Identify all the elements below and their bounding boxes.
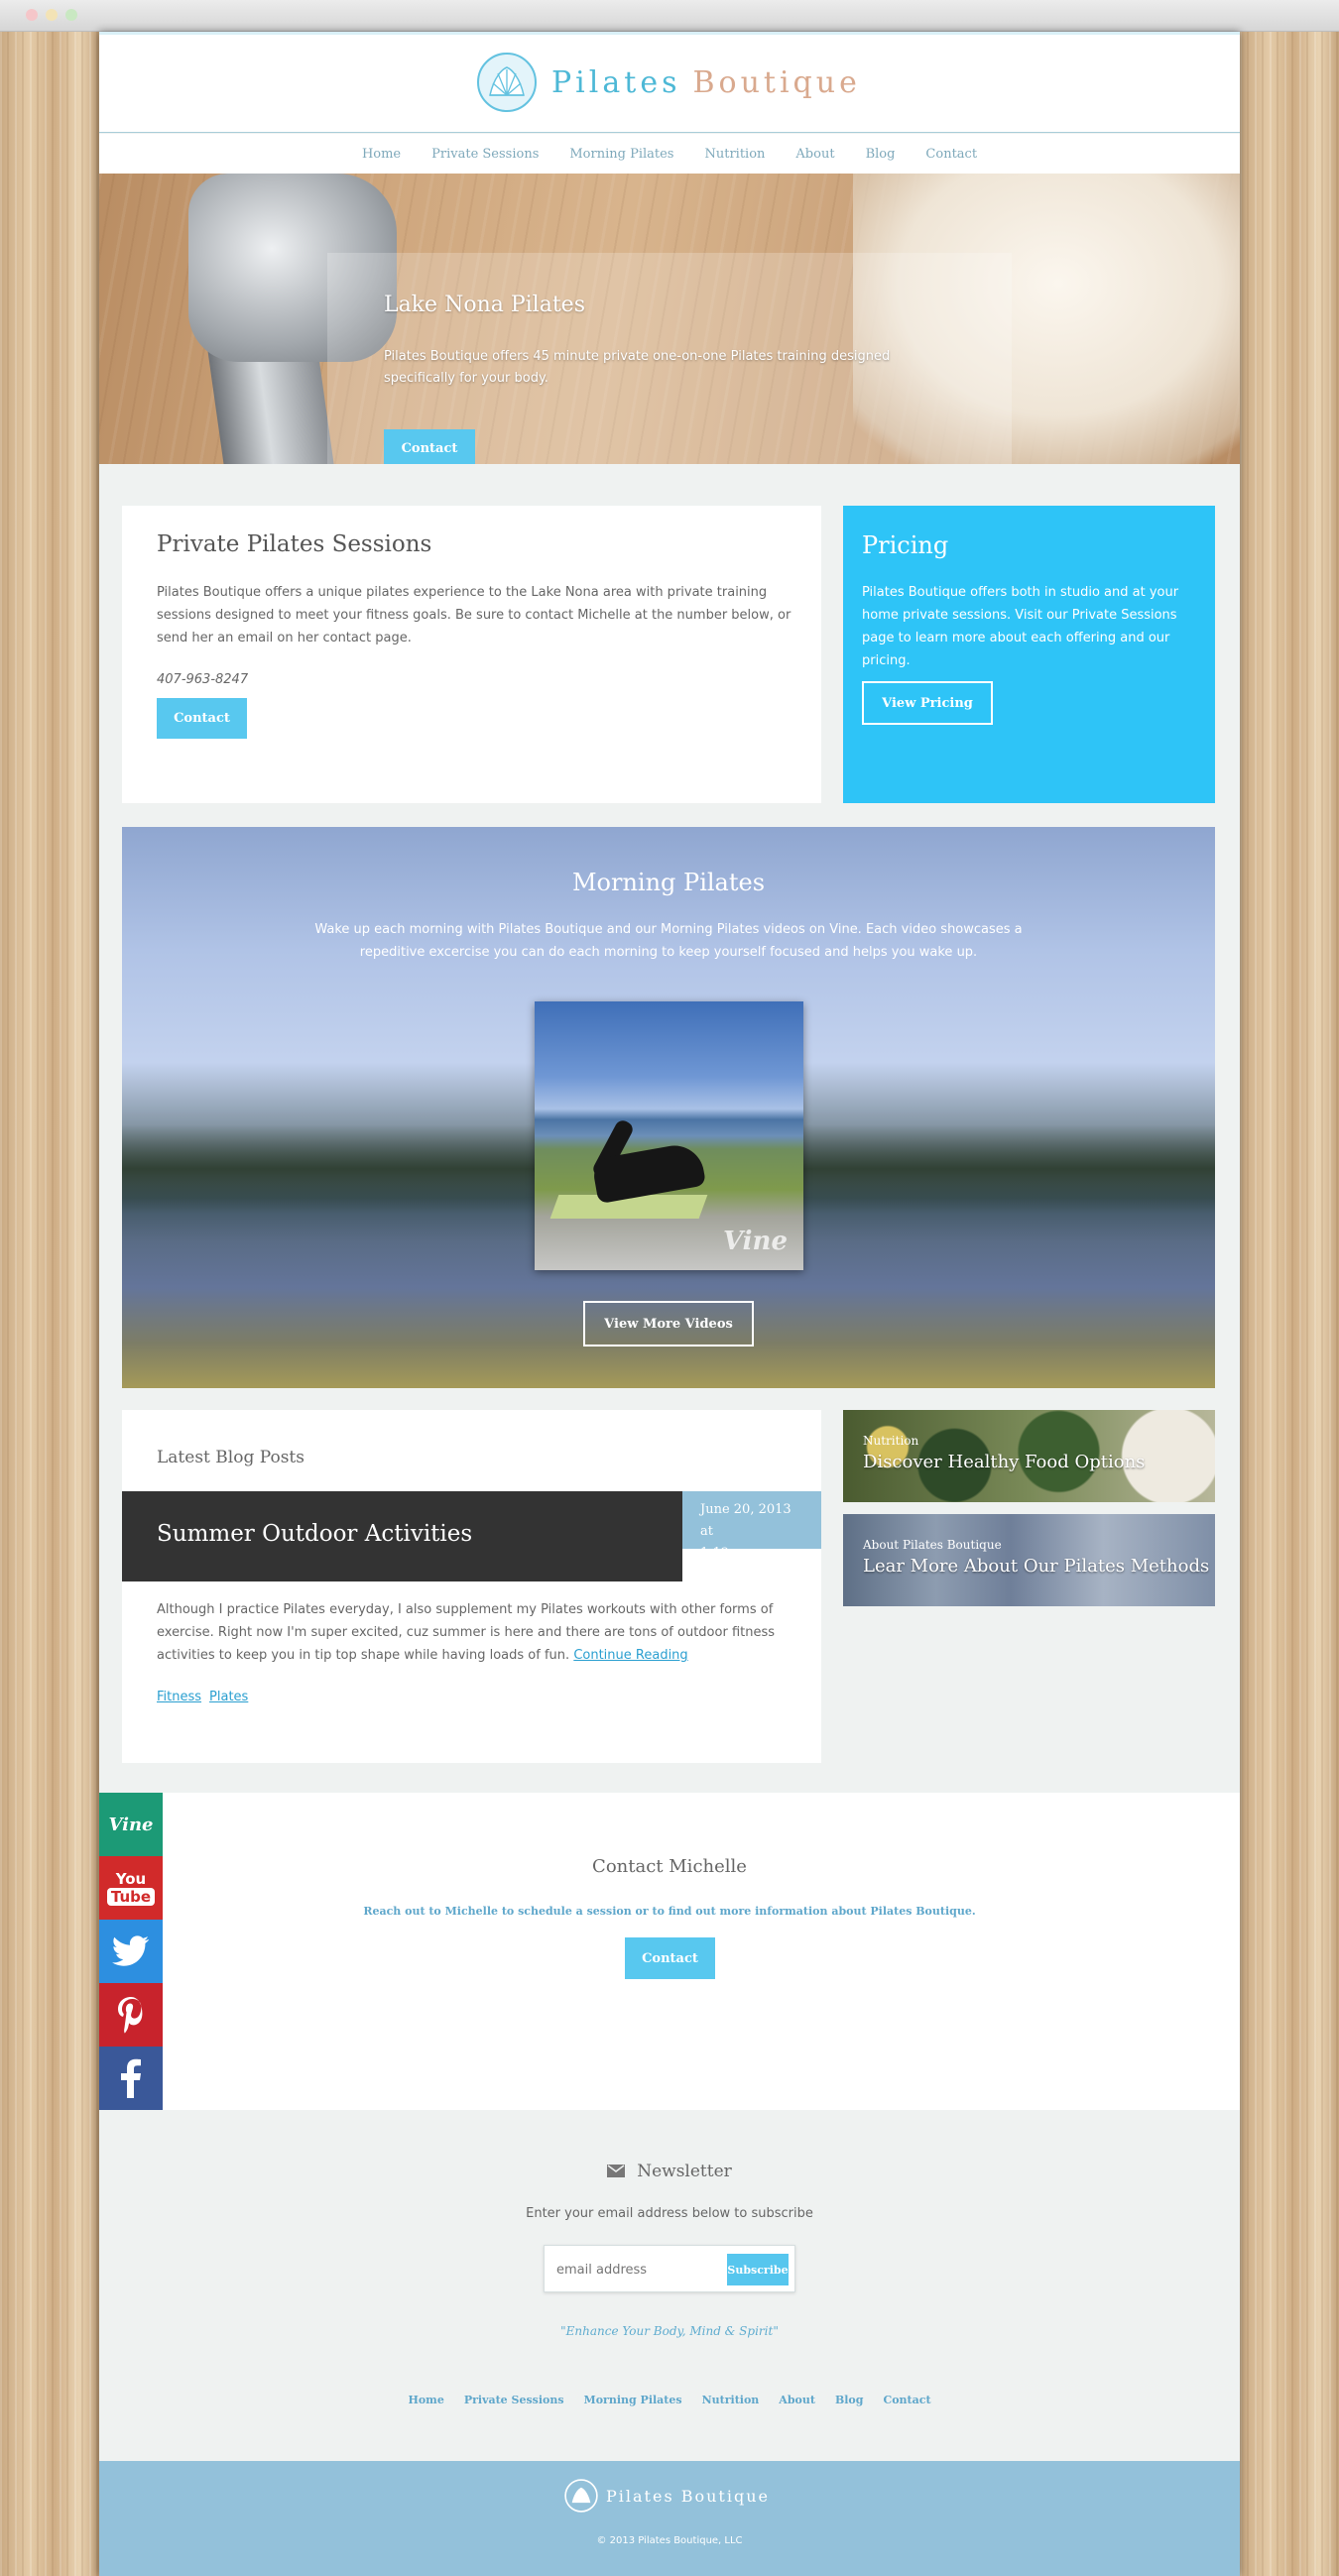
twitter-bird-glyph (112, 1935, 150, 1966)
newsletter-form: Subscribe (544, 2245, 795, 2292)
nutrition-card-title: Discover Healthy Food Options (863, 1452, 1146, 1472)
shell-logo-icon-footer (564, 2479, 598, 2513)
social-bar: Vine You Tube (99, 1793, 163, 2110)
hero-contact-button[interactable]: Contact (384, 429, 475, 464)
blog-date-line2: 1:12 pm (700, 1546, 754, 1561)
pinterest-icon[interactable] (99, 1983, 163, 2047)
newsletter-text: Enter your email address below to subscr… (526, 2206, 813, 2221)
wood-background-right (1240, 32, 1339, 2576)
contact-title: Contact Michelle (592, 1856, 747, 1877)
nav-nutrition[interactable]: Nutrition (704, 147, 765, 162)
nutrition-card[interactable]: Nutrition Discover Healthy Food Options (843, 1410, 1215, 1502)
about-card-title: Lear More About Our Pilates Methods (863, 1556, 1210, 1577)
site-logo[interactable]: Pilates Boutique (476, 50, 861, 115)
header-top-line (99, 32, 1240, 35)
nav-about[interactable]: About (795, 147, 834, 162)
nav-contact[interactable]: Contact (925, 147, 977, 162)
nav-morning-pilates[interactable]: Morning Pilates (569, 147, 673, 162)
pinterest-glyph (118, 1997, 143, 2034)
view-more-videos-button[interactable]: View More Videos (583, 1301, 754, 1347)
phone-number: 407-963-8247 (157, 672, 249, 687)
envelope-icon (607, 2165, 626, 2177)
footer-nav-nutrition[interactable]: Nutrition (702, 2394, 760, 2406)
vine-icon[interactable]: Vine (99, 1793, 163, 1856)
main-nav: Home Private Sessions Morning Pilates Nu… (99, 134, 1240, 174)
vine-video[interactable]: Vine (535, 1001, 803, 1270)
blog-date-line1: June 20, 2013 at (700, 1502, 791, 1539)
maximize-window-dot[interactable] (65, 9, 77, 21)
view-pricing-button[interactable]: View Pricing (862, 681, 993, 725)
tag-fitness[interactable]: Fitness (157, 1690, 201, 1704)
contact-text: Reach out to Michelle to schedule a sess… (363, 1905, 976, 1918)
youtube-icon-bottom: Tube (106, 1888, 156, 1906)
vine-watermark: Vine (722, 1227, 788, 1256)
blog-excerpt: Although I practice Pilates everyday, I … (157, 1598, 791, 1667)
tagline: "Enhance Your Body, Mind & Spirit" (560, 2324, 779, 2338)
browser-chrome (0, 0, 1339, 32)
youtube-icon-top: You (115, 1870, 147, 1888)
pricing-text: Pilates Boutique offers both in studio a… (862, 585, 1179, 668)
page: Pilates Boutique Home Private Sessions Mo… (99, 32, 1240, 2576)
logo-text: Pilates Boutique (551, 65, 861, 100)
pricing-card: Pricing Pilates Boutique offers both in … (843, 506, 1215, 803)
minimize-window-dot[interactable] (46, 9, 58, 21)
footer-brand-name: Pilates Boutique (606, 2486, 770, 2506)
facebook-glyph (121, 2058, 141, 2098)
copyright: © 2013 Pilates Boutique, LLC (596, 2535, 743, 2546)
logo-word-boutique: Boutique (692, 64, 861, 100)
blog-heading: Latest Blog Posts (157, 1448, 304, 1467)
about-card[interactable]: About Pilates Boutique Lear More About O… (843, 1514, 1215, 1606)
wood-background-left (0, 32, 99, 2576)
hero-text: Pilates Boutique offers 45 minute privat… (384, 349, 891, 386)
site-header: Pilates Boutique (99, 32, 1240, 133)
logo-word-pilates: Pilates (551, 64, 681, 100)
nutrition-card-category: Nutrition (863, 1434, 919, 1448)
morning-title: Morning Pilates (571, 869, 766, 896)
contact-michelle-button[interactable]: Contact (625, 1937, 715, 1979)
pricing-title: Pricing (862, 531, 949, 559)
footer-nav: Home Private Sessions Morning Pilates Nu… (99, 2394, 1240, 2406)
morning-text: Wake up each morning with Pilates Boutiq… (314, 922, 1023, 960)
subscribe-button[interactable]: Subscribe (727, 2254, 789, 2285)
facebook-icon[interactable] (99, 2047, 163, 2110)
hero-banner: Lake Nona Pilates Pilates Boutique offer… (99, 174, 1240, 464)
blog-post-date: June 20, 2013 at 1:12 pm (682, 1491, 821, 1561)
hero-title: Lake Nona Pilates (384, 293, 585, 317)
footer-nav-about[interactable]: About (779, 2394, 815, 2406)
twitter-icon[interactable] (99, 1920, 163, 1983)
footer-nav-home[interactable]: Home (408, 2394, 443, 2406)
private-sessions-text: Pilates Boutique offers a unique pilates… (157, 585, 791, 645)
email-input[interactable] (556, 2260, 715, 2280)
close-window-dot[interactable] (26, 9, 38, 21)
footer-nav-private-sessions[interactable]: Private Sessions (464, 2394, 564, 2406)
about-card-category: About Pilates Boutique (863, 1538, 1002, 1552)
private-sessions-card: Private Pilates Sessions Pilates Boutiqu… (122, 506, 821, 803)
blog-card: Latest Blog Posts Summer Outdoor Activit… (122, 1410, 821, 1763)
continue-reading-link[interactable]: Continue Reading (573, 1648, 687, 1663)
contact-section: Contact Michelle Reach out to Michelle t… (99, 1793, 1240, 2110)
newsletter-title: Newsletter (637, 2162, 732, 2181)
nav-home[interactable]: Home (362, 147, 401, 162)
private-contact-button[interactable]: Contact (157, 698, 247, 739)
tag-plates[interactable]: Plates (209, 1690, 248, 1704)
footer-logo[interactable]: Pilates Boutique (564, 2479, 770, 2513)
blog-title-bar: Summer Outdoor Activities (122, 1491, 682, 1581)
private-sessions-title: Private Pilates Sessions (157, 531, 432, 557)
newsletter-title-row: Newsletter (99, 2162, 1240, 2181)
site-footer: Pilates Boutique © 2013 Pilates Boutique… (99, 2461, 1240, 2576)
nav-blog[interactable]: Blog (866, 147, 896, 162)
shell-logo-icon (477, 53, 537, 112)
nav-private-sessions[interactable]: Private Sessions (431, 147, 539, 162)
footer-nav-blog[interactable]: Blog (835, 2394, 864, 2406)
blog-post-title[interactable]: Summer Outdoor Activities (157, 1521, 472, 1547)
morning-pilates-section: Morning Pilates Wake up each morning wit… (122, 827, 1215, 1388)
footer-nav-contact[interactable]: Contact (883, 2394, 930, 2406)
blog-tags: Fitness Plates (157, 1690, 248, 1704)
footer-nav-morning-pilates[interactable]: Morning Pilates (584, 2394, 682, 2406)
youtube-icon[interactable]: You Tube (99, 1856, 163, 1920)
